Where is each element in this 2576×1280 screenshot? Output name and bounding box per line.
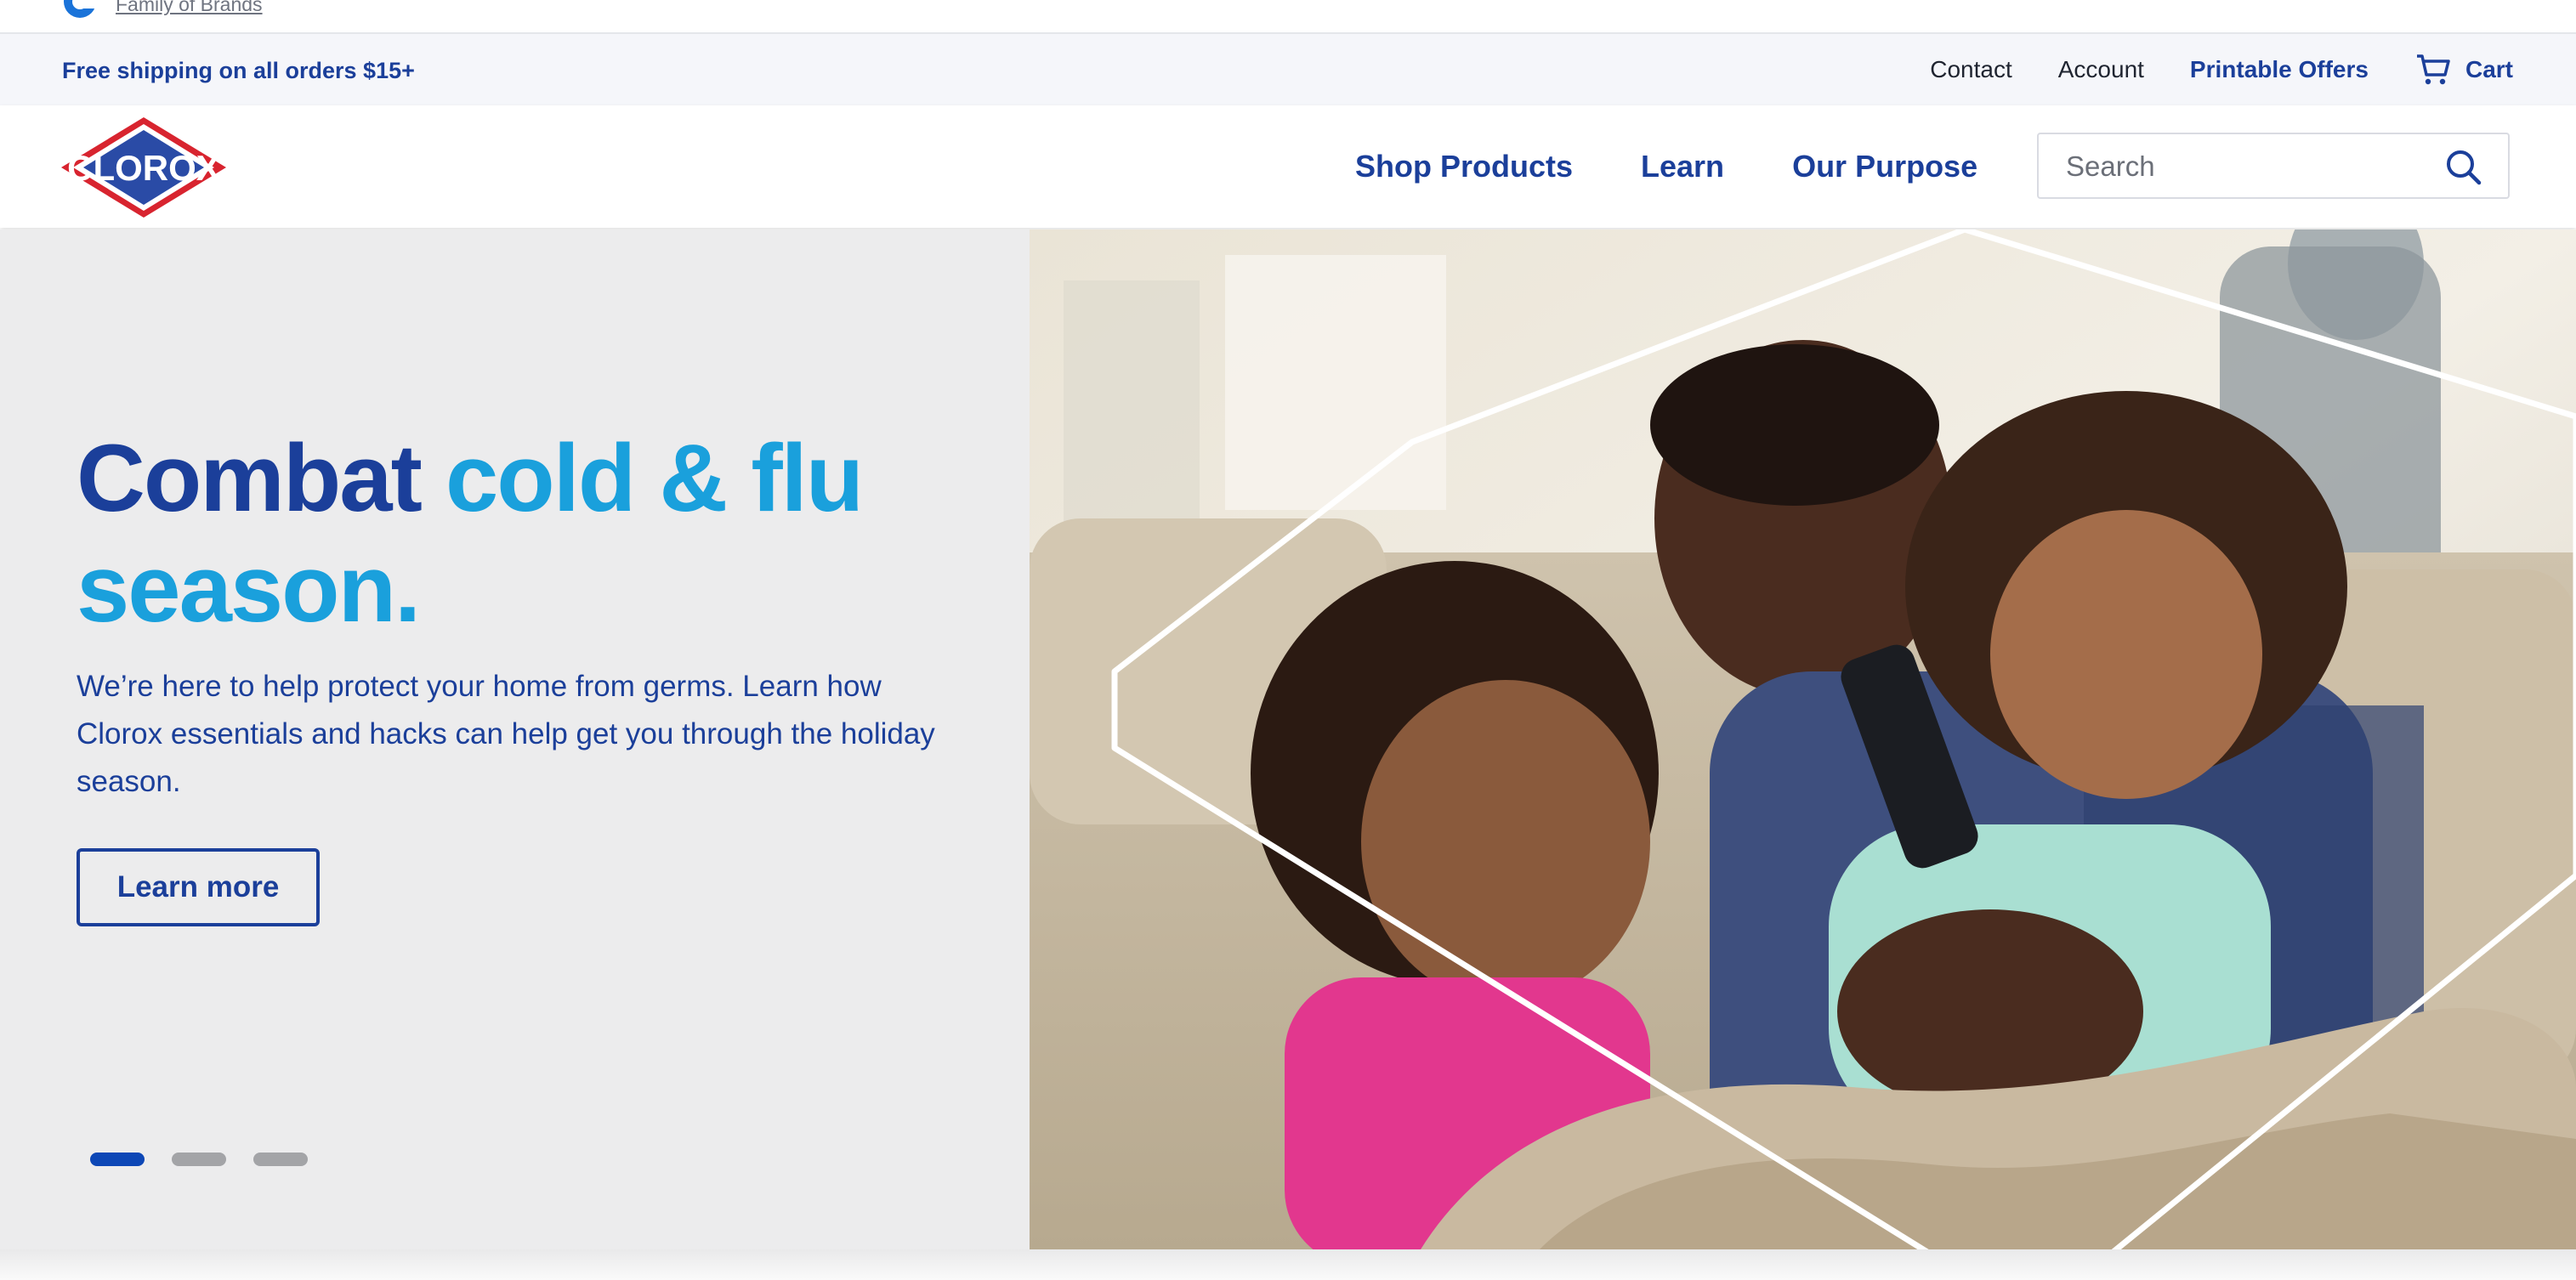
section-divider bbox=[0, 1249, 2576, 1280]
cart-label: Cart bbox=[2465, 56, 2513, 82]
primary-nav-links: Shop Products Learn Our Purpose bbox=[1355, 105, 1977, 228]
carousel-dot-1[interactable] bbox=[90, 1153, 145, 1166]
cart-link[interactable]: Cart bbox=[2414, 51, 2513, 88]
nav-item-learn[interactable]: Learn bbox=[1641, 149, 1724, 184]
carousel-dot-3[interactable] bbox=[253, 1153, 308, 1166]
utility-bar: Free shipping on all orders $15+ Contact… bbox=[0, 34, 2576, 105]
nav-item-shop-products[interactable]: Shop Products bbox=[1355, 149, 1573, 184]
carousel-pagination bbox=[90, 1153, 308, 1166]
free-shipping-message: Free shipping on all orders $15+ bbox=[62, 58, 415, 83]
learn-more-button[interactable]: Learn more bbox=[77, 848, 320, 926]
clorox-logo[interactable]: CLOROX bbox=[60, 116, 228, 219]
hero-description: We’re here to help protect your home fro… bbox=[77, 670, 935, 798]
account-link[interactable]: Account bbox=[2058, 56, 2144, 83]
headline-part-primary: Combat bbox=[77, 425, 423, 531]
carousel-dot-2[interactable] bbox=[172, 1153, 226, 1166]
hero-headline: Combat cold & flu season. bbox=[77, 423, 978, 644]
search-icon[interactable] bbox=[2445, 149, 2482, 186]
clorox-family-icon[interactable] bbox=[61, 0, 99, 20]
contact-link[interactable]: Contact bbox=[1930, 56, 2012, 83]
hero-text-panel: Combat cold & flu season. We’re here to … bbox=[0, 229, 1030, 1249]
logo-wordmark: CLOROX bbox=[67, 148, 220, 188]
utility-links: Contact Account Printable Offers Cart bbox=[1930, 34, 2513, 105]
family-on-couch-photo bbox=[1030, 229, 2576, 1249]
printable-offers-link[interactable]: Printable Offers bbox=[2190, 56, 2369, 83]
cart-icon bbox=[2416, 54, 2450, 85]
hero-image bbox=[1030, 229, 2576, 1249]
search-input[interactable] bbox=[2064, 134, 2433, 199]
family-of-brands-bar: Family of Brands bbox=[0, 0, 2576, 34]
main-navigation: CLOROX Shop Products Learn Our Purpose bbox=[0, 105, 2576, 228]
family-of-brands-link[interactable]: Family of Brands bbox=[116, 0, 263, 16]
nav-item-our-purpose[interactable]: Our Purpose bbox=[1792, 149, 1977, 184]
search-box bbox=[2037, 133, 2510, 199]
